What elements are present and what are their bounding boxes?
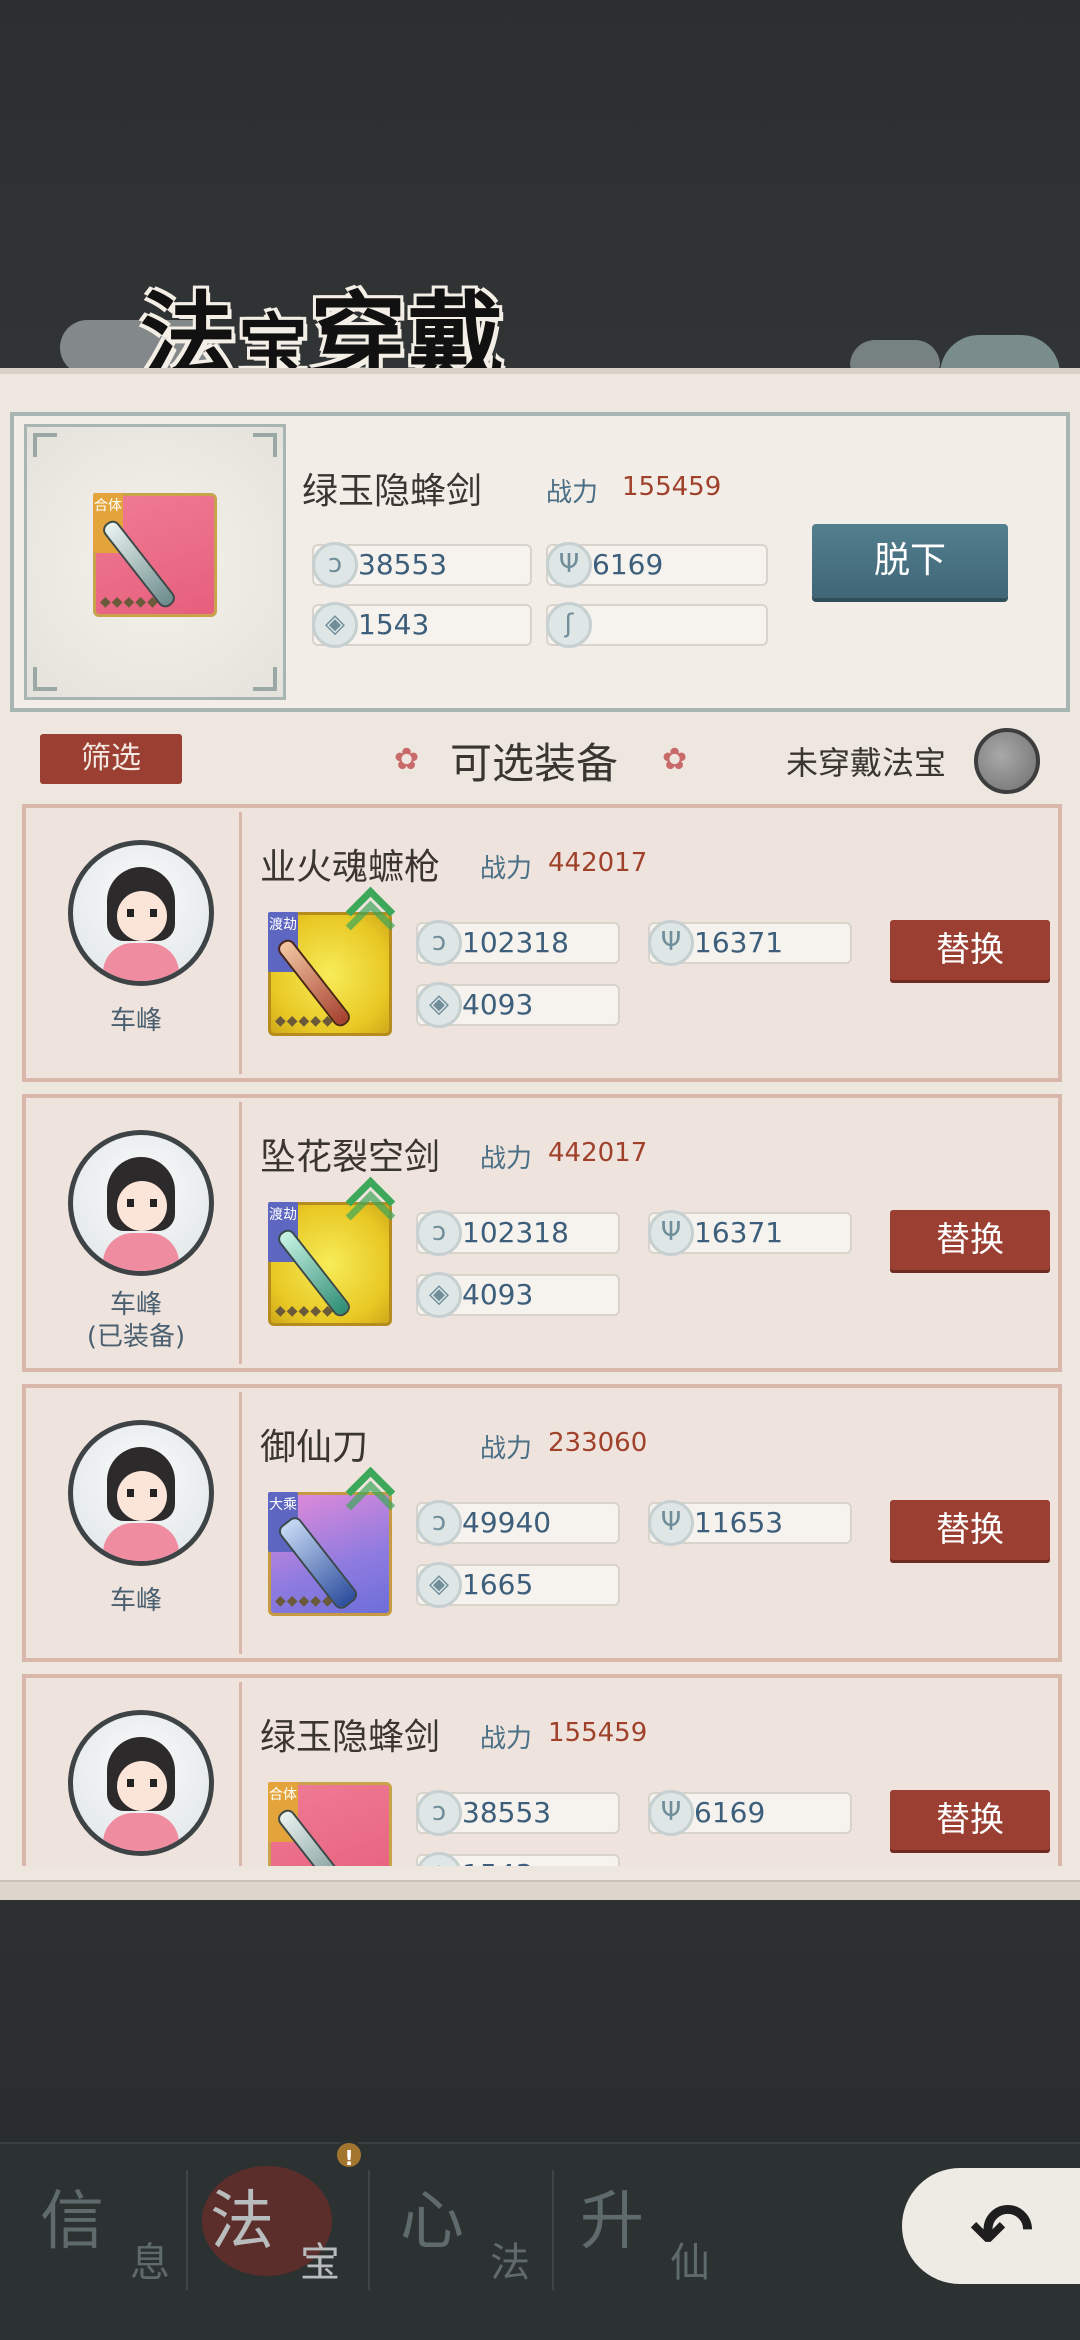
star-rating: ◆◆◆◆◆	[275, 1593, 334, 1609]
atk-stat: ↄ 38553	[416, 1790, 620, 1836]
power-value: 155459	[622, 472, 722, 502]
equipped-icon-frame: 合体 ◆◆◆◆◆	[24, 424, 286, 700]
power-value: 233060	[548, 1428, 648, 1458]
power-label: 战力	[480, 1724, 533, 1754]
shield-icon: ◈	[416, 1562, 462, 1608]
def-stat: ◈ 4093	[416, 982, 620, 1028]
hp-stat: Ψ 16371	[648, 1210, 852, 1256]
item-name: 绿玉隐蜂剑	[260, 1717, 441, 1758]
trident-icon: Ψ	[648, 1500, 694, 1546]
trident-icon: Ψ	[648, 1210, 694, 1256]
shield-icon: ◈	[416, 1272, 462, 1318]
tab-ascend[interactable]: 升 仙	[570, 2160, 750, 2300]
atk-stat: ↄ 49940	[416, 1500, 620, 1546]
tab-treasure[interactable]: 法 宝	[200, 2160, 380, 2300]
power-label: 战力	[480, 1434, 533, 1464]
def-stat: ◈1543	[416, 1852, 620, 1866]
upgrade-arrow-icon	[346, 1468, 392, 1502]
power-value: 442017	[548, 1138, 648, 1168]
nav-divider	[552, 2170, 554, 2290]
atk-stat: ↄ 102318	[416, 1210, 620, 1256]
item-name: 坠花裂空剑	[260, 1137, 441, 1178]
flame-icon: ↄ	[416, 1210, 462, 1256]
def-stat: ◈ 1665	[416, 1562, 620, 1608]
extra-stat: ʃ	[546, 602, 768, 648]
atk-stat: ↄ 102318	[416, 920, 620, 966]
avatar	[68, 840, 214, 986]
tab-info[interactable]: 信 息	[30, 2160, 210, 2300]
power-label: 战力	[480, 1144, 533, 1174]
list-item: 车峰 御仙刀 战力 233060 大乘 ◆◆◆◆◆ ↄ 49940 Ψ 11653 …	[22, 1384, 1062, 1662]
equipped-name: 绿玉隐蜂剑	[302, 471, 483, 512]
power-value: 442017	[548, 848, 648, 878]
hp-stat: Ψ 6169	[648, 1790, 852, 1836]
replace-button[interactable]: 替换	[890, 920, 1050, 980]
cloud-decoration	[850, 340, 940, 370]
owner-name: 车峰	[109, 1006, 162, 1036]
equipment-list[interactable]: 车峰 业火魂蟅枪 战力 442017 渡劫 ◆◆◆◆◆ ↄ 102318 Ψ 163…	[22, 800, 1062, 1866]
list-item: 车峰 (已装备) 坠花裂空剑 战力 442017 渡劫 ◆◆◆◆◆ ↄ 10231…	[22, 1094, 1062, 1372]
replace-button[interactable]: 替换	[890, 1500, 1050, 1560]
star-rating: ◆◆◆◆◆	[275, 1303, 334, 1319]
list-item: 车峰 绿玉隐蜂剑 战力 155459 合体 ◆◆◆◆◆ ↄ38553 Ψ6169…	[22, 1674, 1062, 1866]
section-title: 可选装备	[450, 739, 619, 788]
item-name: 业火魂蟅枪	[260, 847, 441, 888]
power-label: 战力	[546, 478, 599, 508]
hp-stat: Ψ 6169	[546, 542, 768, 588]
unequip-button[interactable]: 脱下	[812, 524, 1008, 598]
replace-button[interactable]: 替换	[890, 1790, 1050, 1850]
shield-icon: ◈	[416, 982, 462, 1028]
flower-icon: ✿	[662, 742, 688, 777]
power-label: 战力	[480, 854, 533, 884]
item-name: 御仙刀	[260, 1427, 369, 1468]
avatar	[68, 1420, 214, 1566]
treasure-icon[interactable]: 合体 ◆◆◆◆◆	[268, 1782, 392, 1866]
trident-icon: Ψ	[546, 542, 592, 588]
list-item: 车峰 业火魂蟅枪 战力 442017 渡劫 ◆◆◆◆◆ ↄ 102318 Ψ 163…	[22, 804, 1062, 1082]
hp-stat: Ψ 11653	[648, 1500, 852, 1546]
flame-icon: ↄ	[312, 542, 358, 588]
upgrade-arrow-icon	[346, 888, 392, 922]
flower-icon: ✿	[394, 742, 420, 777]
panel-bottom-edge	[0, 1880, 1080, 1902]
def-stat: ◈1543	[312, 602, 532, 648]
flame-icon: ↄ	[416, 1790, 462, 1836]
trident-icon: Ψ	[648, 1790, 694, 1836]
flame-icon: ↄ	[416, 920, 462, 966]
hp-stat: Ψ 16371	[648, 920, 852, 966]
star-rating: ◆◆◆◆◆	[275, 1013, 334, 1029]
wing-icon: ʃ	[546, 602, 592, 648]
back-arrow-icon: ↶	[970, 2186, 1034, 2275]
avatar	[68, 1130, 214, 1276]
def-stat: ◈ 4093	[416, 1272, 620, 1318]
alert-badge: !	[334, 2140, 364, 2170]
flame-icon: ↄ	[416, 1500, 462, 1546]
treasure-icon[interactable]: 合体 ◆◆◆◆◆	[93, 493, 217, 617]
power-value: 155459	[548, 1718, 648, 1748]
unworn-toggle[interactable]	[974, 728, 1040, 794]
replace-button[interactable]: 替换	[890, 1210, 1050, 1270]
avatar	[68, 1710, 214, 1856]
atk-stat: ↄ 38553	[312, 542, 532, 588]
upgrade-arrow-icon	[346, 1178, 392, 1212]
nav-divider	[368, 2170, 370, 2290]
trident-icon: Ψ	[648, 920, 694, 966]
star-rating: ◆◆◆◆◆	[100, 594, 159, 610]
tab-technique[interactable]: 心 法	[390, 2160, 570, 2300]
shield-icon: ◈	[416, 1852, 462, 1866]
filter-button[interactable]: 筛选	[40, 734, 182, 784]
nav-divider	[186, 2170, 188, 2290]
owner-equipped-note: (已装备)	[86, 1322, 186, 1352]
owner-name: 车峰	[109, 1586, 162, 1616]
shield-icon: ◈	[312, 602, 358, 648]
unworn-filter-label: 未穿戴法宝	[786, 744, 947, 782]
